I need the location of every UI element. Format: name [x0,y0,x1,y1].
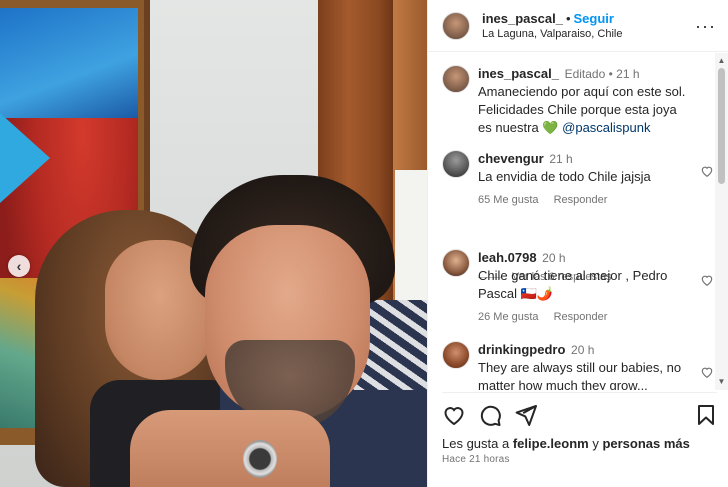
header-text: ines_pascal_ • Seguir La Laguna, Valparais… [482,11,695,40]
carousel-prev-button[interactable]: ‹ [8,255,30,277]
caption-header: ines_pascal_ Editado • 21 h [478,65,690,83]
follow-button[interactable]: Seguir [574,11,614,26]
comment-meta: 65 Me gusta Responder [478,194,690,206]
header-line: ines_pascal_ • Seguir [482,11,695,26]
likes-conjunction: y [592,436,599,451]
comment-likes[interactable]: 65 Me gusta [478,194,539,206]
likes-prefix: Les gusta a [442,436,510,451]
comment-time[interactable]: 21 h [549,152,572,166]
avatar[interactable] [442,249,470,277]
scrollbar-thumb[interactable] [718,68,725,184]
comment-time[interactable]: 20 h [542,251,565,265]
caption-row: ines_pascal_ Editado • 21 h Amaneciendo … [442,65,714,137]
caption-text-line: Amaneciendo por aquí con este sol. Felic… [478,83,690,137]
wrist-watch [243,440,277,478]
woman-arm [130,410,330,487]
comment-body: leah.0798 20 h Chile ganó tiene al mejor… [478,249,714,323]
bookmark-icon[interactable] [694,403,718,427]
chevron-left-icon: ‹ [16,258,22,274]
comment-body: drinkingpedro 20 h They are always still… [478,341,714,390]
scroll-down-arrow-icon[interactable]: ▼ [717,377,726,386]
caption-username[interactable]: ines_pascal_ [478,66,559,81]
post-side-panel: ines_pascal_ • Seguir La Laguna, Valparais… [427,0,728,487]
comment-text: They are always still our babies, no mat… [478,360,682,390]
reply-button[interactable]: Responder [554,311,608,323]
comment-body: chevengur 21 h La envidia de todo Chile … [478,150,714,206]
comment-username[interactable]: chevengur [478,151,544,166]
comment-time[interactable]: 20 h [571,343,594,357]
chile-flag-icon: 🇨🇱🌶️ [520,286,554,301]
scroll-up-arrow-icon[interactable]: ▲ [717,56,726,65]
caption-edited: Editado [564,67,606,81]
heart-icon[interactable] [700,365,714,379]
comment-row: drinkingpedro 20 h They are always still… [442,341,714,390]
post-header: ines_pascal_ • Seguir La Laguna, Valparais… [428,0,728,52]
heart-icon[interactable] [700,164,714,178]
likes-summary: Les gusta a felipe.leonm y personas más [442,436,690,451]
like-heart-icon[interactable] [442,403,466,427]
post-time-ago[interactable]: Hace 21 horas [442,454,510,465]
comment-text: La envidia de todo Chile jajsja [478,169,651,184]
more-options-icon[interactable]: ··· [695,17,716,35]
green-heart-icon: 💚 [542,120,559,135]
painting-blue-area [0,8,138,118]
action-bar [442,392,717,428]
comment-header: drinkingpedro 20 h [478,341,690,359]
comment-likes[interactable]: 26 Me gusta [478,311,539,323]
comment-bubble-icon[interactable] [478,403,502,427]
caption-mention[interactable]: @pascalispunk [562,120,650,135]
avatar[interactable] [442,150,470,178]
separator-dot: • [605,67,617,81]
painting-triangle [0,113,50,203]
post-location[interactable]: La Laguna, Valparaiso, Chile [482,28,695,40]
comment-text: Chile ganó tiene al mejor , Pedro Pascal [478,268,668,301]
liked-by-others[interactable]: personas más [602,436,689,451]
comment-row: leah.0798 20 h Chile ganó tiene al mejor… [442,249,714,323]
comment-text-line: Chile ganó tiene al mejor , Pedro Pascal… [478,267,690,303]
avatar[interactable] [442,65,470,93]
post-username[interactable]: ines_pascal_ [482,11,563,26]
avatar[interactable] [442,11,470,40]
caption-time[interactable]: 21 h [616,67,639,81]
comment-username[interactable]: leah.0798 [478,250,537,265]
comment-username[interactable]: drinkingpedro [478,342,565,357]
post-photo[interactable]: ‹ [0,0,427,487]
avatar[interactable] [442,341,470,369]
window-light [395,170,427,320]
liked-by-user[interactable]: felipe.leonm [513,436,589,451]
comment-header: leah.0798 20 h [478,249,690,267]
share-paper-plane-icon[interactable] [514,403,538,427]
comment-meta: 26 Me gusta Responder [478,311,690,323]
comment-header: chevengur 21 h [478,150,690,168]
heart-icon[interactable] [700,273,714,287]
comments-list[interactable]: ines_pascal_ Editado • 21 h Amaneciendo … [428,53,728,390]
separator-dot: • [565,11,571,26]
comment-row: chevengur 21 h La envidia de todo Chile … [442,150,714,206]
caption-body: ines_pascal_ Editado • 21 h Amaneciendo … [478,65,714,137]
reply-button[interactable]: Responder [554,194,608,206]
